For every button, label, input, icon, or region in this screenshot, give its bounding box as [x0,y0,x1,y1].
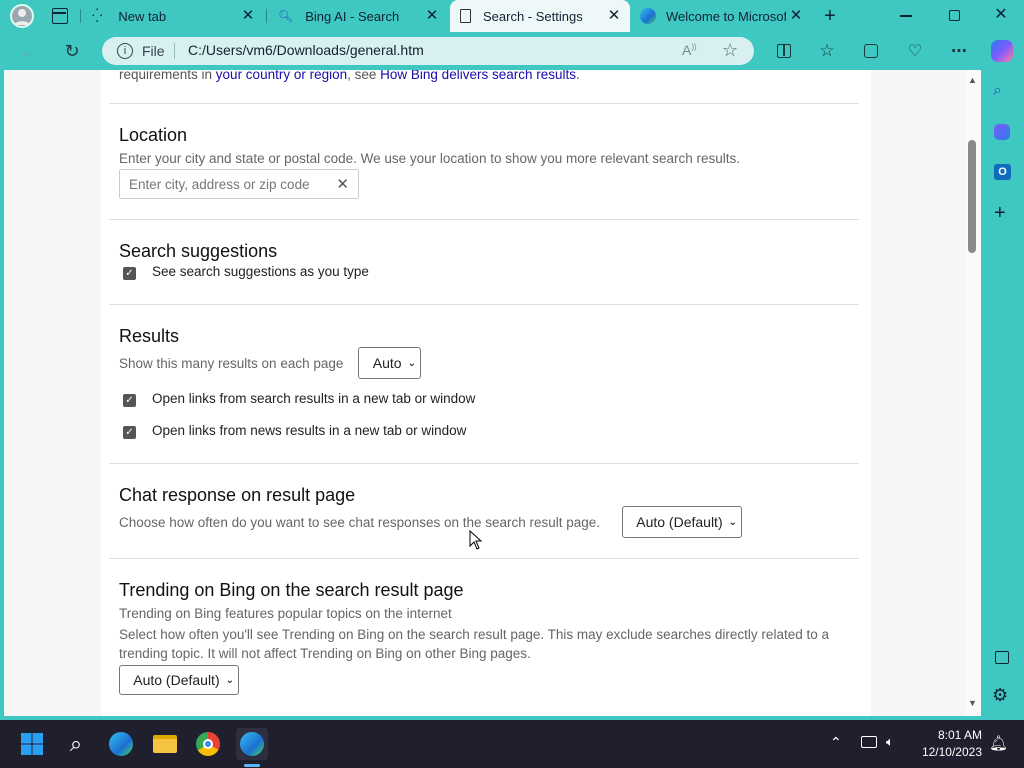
settings-panel: requirements in your country or region, … [101,70,871,716]
trending-value: Auto (Default) [133,672,220,688]
tab-label: Welcome to Microsoft [666,8,786,24]
sidebar-copilot-icon[interactable] [994,124,1010,140]
minimize-button[interactable] [900,15,912,17]
chevron-down-icon: ⌄ [407,357,416,369]
page-scrollbar[interactable]: ▲ ▼ [965,70,981,716]
navigation-toolbar: ← ↻ i File C:/Users/vm6/Downloads/genera… [0,32,1024,70]
settings-more-icon[interactable]: ⋯ [945,37,973,65]
trending-description-2: Select how often you'll see Trending on … [119,627,829,661]
search-suggestions-heading: Search suggestions [119,241,278,261]
read-aloud-icon[interactable]: A)) [682,42,697,58]
tab-label: Search - Settings [483,8,583,24]
chrome-icon[interactable] [192,728,224,760]
search-icon: 🔍︎ [278,9,294,23]
tab-label: New tab [118,8,167,24]
web-page: requirements in your country or region, … [4,70,965,716]
address-bar[interactable]: i File C:/Users/vm6/Downloads/general.ht… [102,37,754,65]
tab-new-tab[interactable]: ⁛ New tab ✕ [84,0,264,32]
suggestions-checkbox[interactable]: ✓ [123,267,136,280]
back-button[interactable]: ← [14,37,42,65]
location-description: Enter your city and state or postal code… [119,151,741,166]
search-links-checkbox[interactable]: ✓ [123,394,136,407]
browser-essentials-icon[interactable]: ♡ [901,37,929,65]
file-explorer-icon[interactable] [149,728,181,760]
chevron-down-icon: ⌄ [225,674,234,686]
trending-description-1: Trending on Bing features popular topics… [119,606,452,621]
location-input[interactable]: Enter city, address or zip code ✕ [119,169,359,199]
edge-beta-icon[interactable] [105,728,137,760]
location-placeholder: Enter city, address or zip code [129,177,310,192]
mouse-cursor-icon [469,530,483,550]
info-icon: i [117,43,133,59]
results-count-value: Auto [372,355,402,371]
clear-icon[interactable]: ✕ [336,175,349,193]
split-screen-icon[interactable] [770,37,798,65]
sidebar-add-icon[interactable]: + [994,202,1006,225]
suggestions-label: See search suggestions as you type [152,264,369,279]
address-scheme: File [142,43,165,59]
chat-response-value: Auto (Default) [636,514,723,530]
location-heading: Location [119,125,188,145]
news-links-label: Open links from news results in a new ta… [152,423,467,438]
copilot-icon[interactable] [988,37,1016,65]
edge-sidebar: ⌕ O + ⚙ [981,70,1024,716]
results-count-label: Show this many results on each page [119,356,344,371]
scrollbar-thumb[interactable] [968,140,976,253]
close-icon[interactable]: ✕ [424,8,440,24]
results-count-select[interactable]: Auto ⌄ [358,347,421,379]
sidebar-settings-icon[interactable]: ⚙ [992,685,1008,706]
sidebar-outlook-icon[interactable]: O [994,164,1011,180]
close-icon[interactable]: ✕ [606,8,622,24]
close-window-button[interactable]: ✕ [992,4,1010,26]
profile-avatar[interactable] [10,4,34,28]
start-windows-icon[interactable] [16,728,48,760]
document-icon [460,9,471,23]
collections-icon[interactable] [857,37,885,65]
chevron-down-icon: ⌄ [728,516,737,528]
sidebar-search-icon[interactable]: ⌕ [993,82,1002,100]
chat-response-description: Choose how often do you want to see chat… [119,515,601,530]
country-region-link[interactable]: your country or region [216,70,347,82]
chat-response-heading: Chat response on result page [119,485,356,505]
scroll-down-arrow-icon[interactable]: ▼ [968,698,977,708]
trending-heading: Trending on Bing on the search result pa… [119,580,464,600]
tab-bing-ai-search[interactable]: 🔍︎ Bing AI - Search ✕ [268,0,448,32]
taskbar: ⌕ ⌃ 🔈︎ 8:01 AM 12/10/2023 🔔︎ [0,720,1024,768]
tab-search-settings[interactable]: Search - Settings ✕ [450,0,630,32]
network-icon[interactable] [861,736,877,748]
close-icon[interactable]: ✕ [788,8,804,24]
how-bing-delivers-link[interactable]: How Bing delivers search results [380,70,576,82]
hide-sidebar-icon[interactable] [995,651,1009,664]
tab-welcome-microsoft[interactable]: Welcome to Microsoft ✕ [632,0,812,32]
new-tab-button[interactable]: + [818,4,842,28]
address-url: C:/Users/vm6/Downloads/general.htm [188,42,424,58]
trending-select[interactable]: Auto (Default) ⌄ [119,665,239,695]
edge-icon [640,8,656,24]
refresh-button[interactable]: ↻ [58,37,86,65]
taskbar-search-icon[interactable]: ⌕ [60,728,92,760]
tab-label: Bing AI - Search [305,8,400,24]
results-heading: Results [119,326,180,346]
news-links-checkbox[interactable]: ✓ [123,426,136,439]
scroll-up-arrow-icon[interactable]: ▲ [968,75,977,85]
clock-time[interactable]: 8:01 AM [920,728,982,742]
region-notice: requirements in your country or region, … [119,70,580,82]
notifications-bell-icon[interactable]: 🔔︎ [989,734,1008,752]
chat-response-select[interactable]: Auto (Default) ⌄ [622,506,742,538]
new-tab-icon: ⁛ [92,8,103,23]
volume-muted-icon[interactable]: 🔈︎ [886,734,894,750]
search-links-label: Open links from search results in a new … [152,391,476,406]
close-icon[interactable]: ✕ [240,8,256,24]
clock-date[interactable]: 12/10/2023 [914,745,982,759]
show-hidden-icons[interactable]: ⌃ [830,734,842,751]
edge-taskbar-icon[interactable] [236,728,268,760]
favorite-star-icon[interactable]: ☆ [722,40,738,61]
restore-button[interactable] [949,10,960,21]
favorites-icon[interactable]: ☆ [813,37,841,65]
tab-actions-icon[interactable] [52,8,68,24]
tab-strip: ⁛ New tab ✕ 🔍︎ Bing AI - Search ✕ Search… [0,0,1024,32]
